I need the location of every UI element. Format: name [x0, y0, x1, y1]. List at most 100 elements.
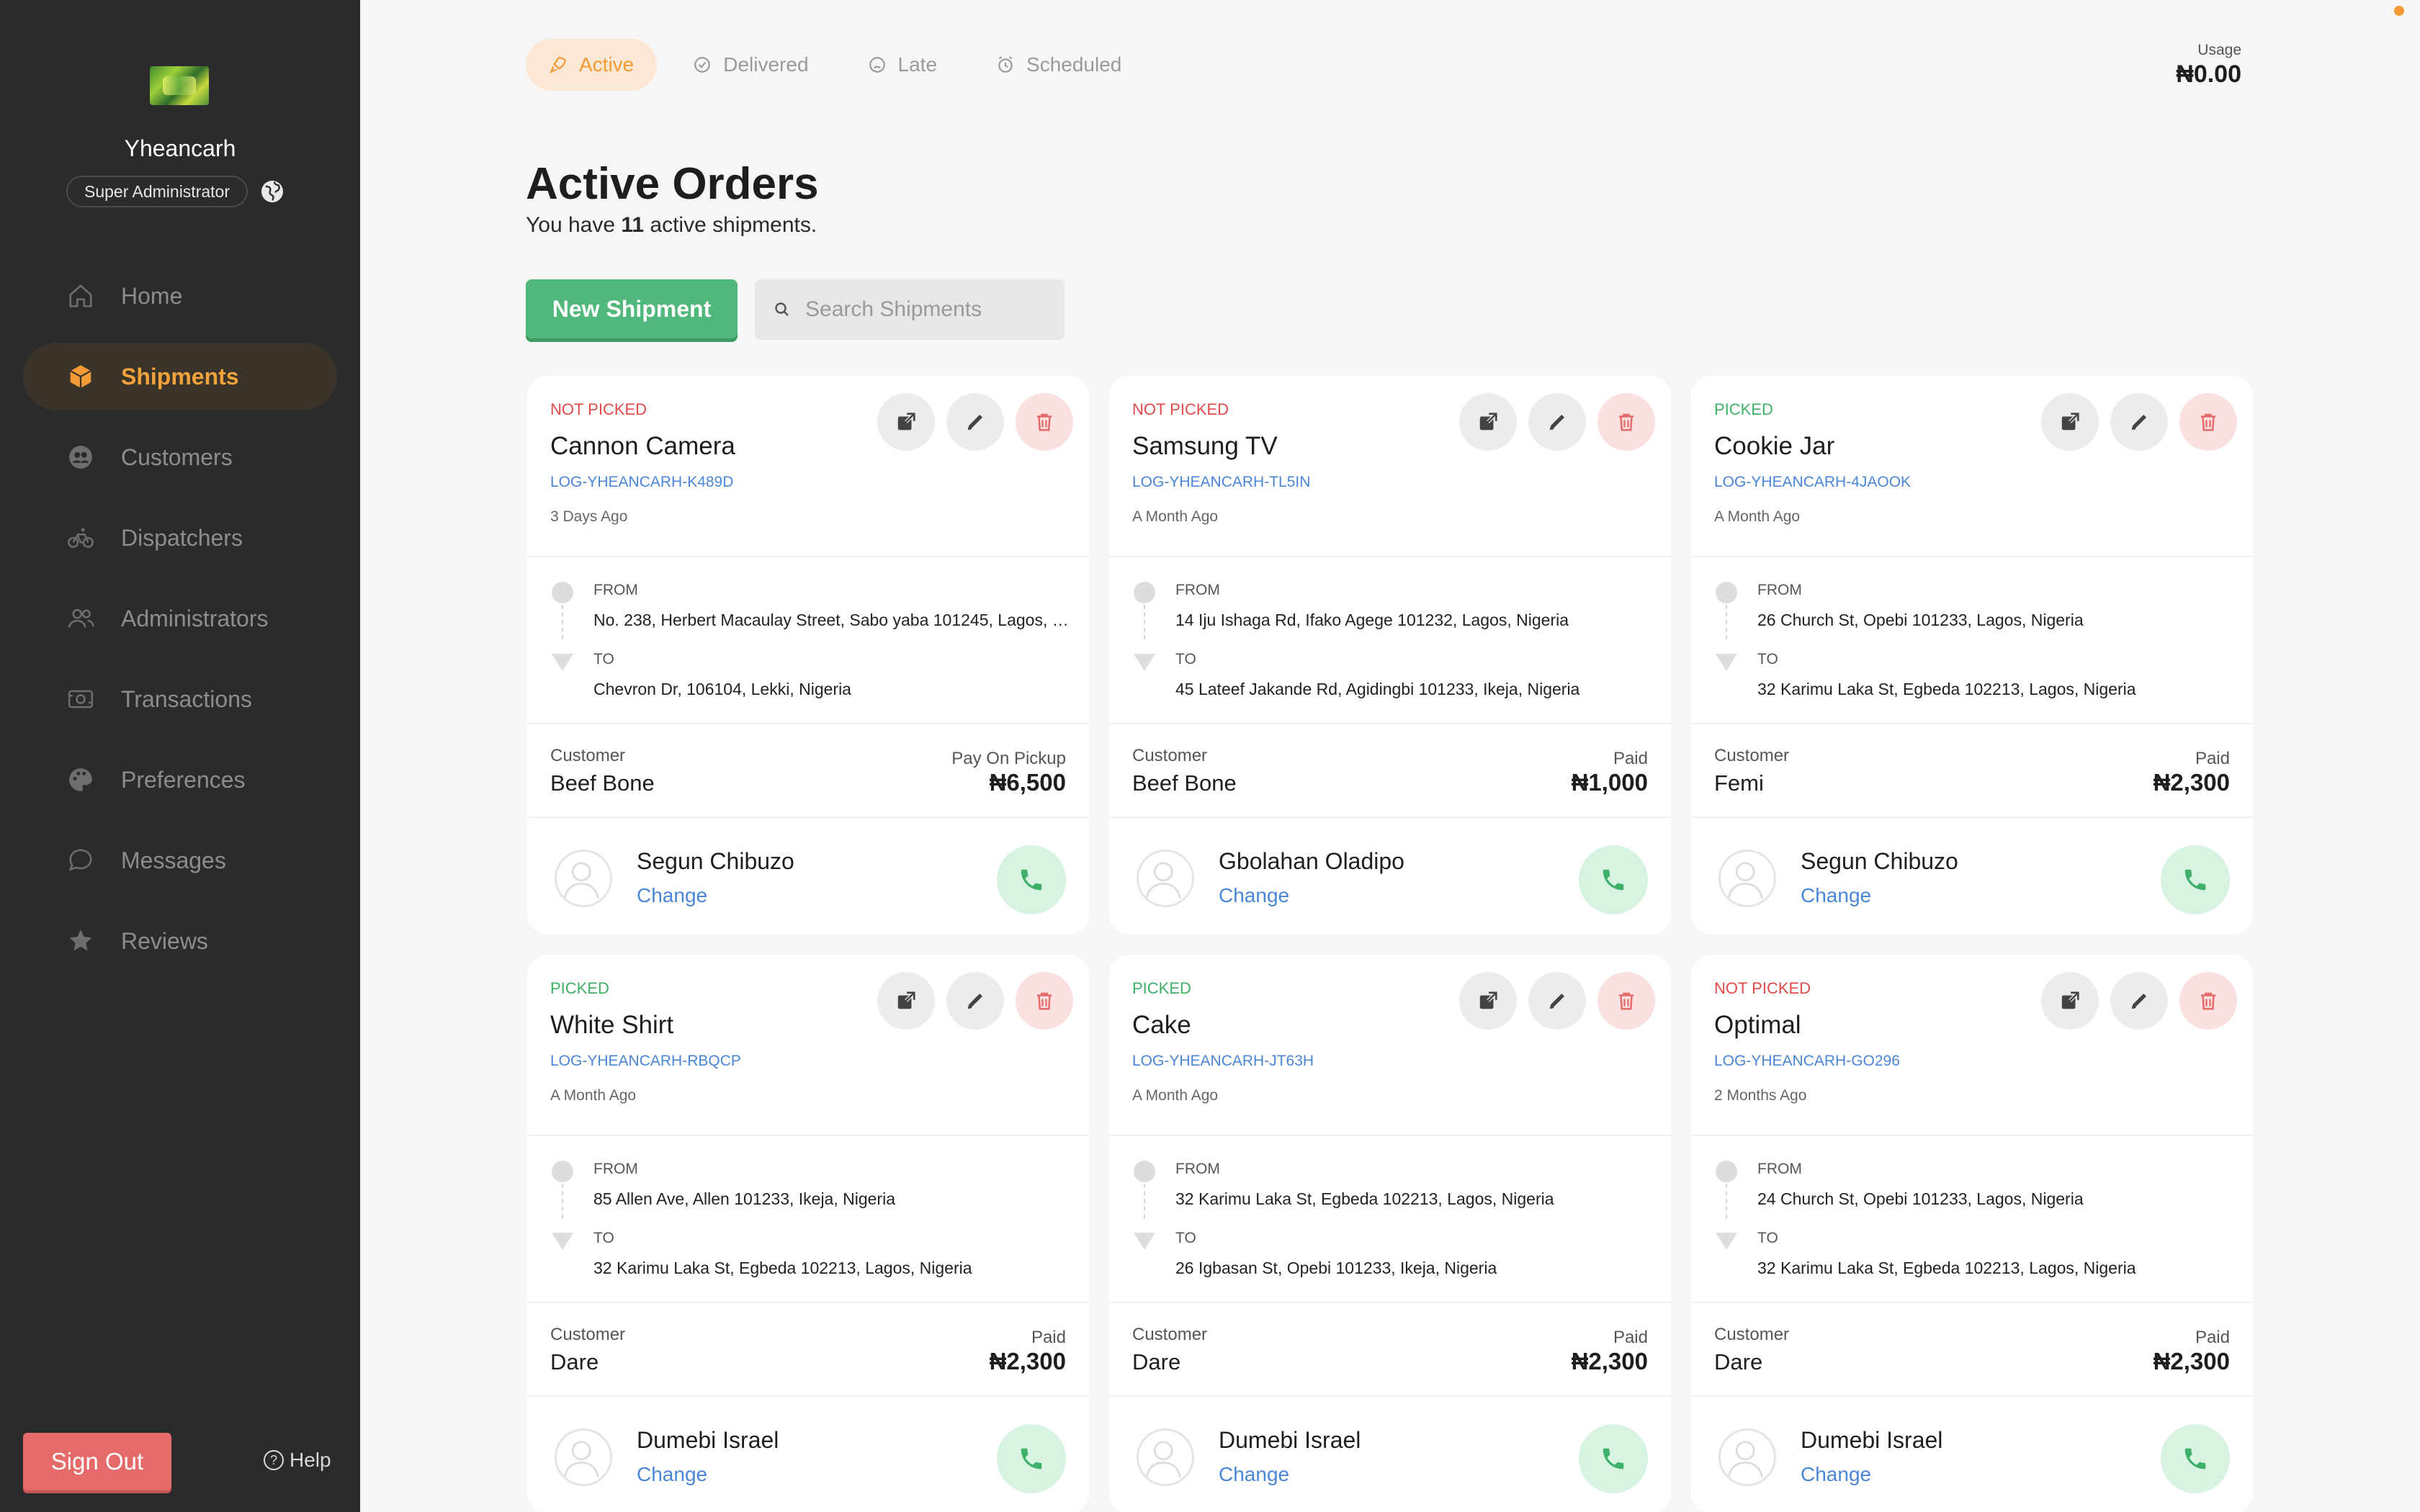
dispatcher-name: Segun Chibuzo — [1801, 848, 1958, 874]
shipment-card[interactable]: NOT PICKED Optimal LOG-YHEANCARH-GO296 2… — [1691, 955, 2253, 1512]
edit-button[interactable] — [1528, 393, 1586, 451]
new-shipment-button[interactable]: New Shipment — [526, 279, 738, 338]
open-external-button[interactable] — [2041, 393, 2099, 451]
sidebar-item-transactions[interactable]: Transactions — [23, 665, 337, 733]
trash-icon — [1619, 413, 1634, 431]
to-label: TO — [593, 651, 614, 667]
edit-button[interactable] — [2110, 393, 2168, 451]
call-button[interactable] — [1579, 845, 1648, 914]
from-label: FROM — [1757, 582, 1802, 598]
phone-icon — [1603, 1448, 1624, 1470]
change-dispatcher-link[interactable]: Change — [1801, 884, 1871, 907]
avatar — [555, 850, 612, 907]
sidebar-item-messages[interactable]: Messages — [23, 827, 337, 894]
customer-label: Customer — [1132, 746, 1208, 765]
call-button[interactable] — [1579, 1424, 1648, 1493]
change-dispatcher-link[interactable]: Change — [1219, 1463, 1289, 1486]
search-input[interactable] — [805, 297, 1065, 322]
edit-button[interactable] — [1528, 972, 1586, 1030]
sidebar-item-shipments[interactable]: Shipments — [23, 343, 337, 410]
from-address: 85 Allen Ave, Allen 101233, Ikeja, Niger… — [593, 1189, 895, 1208]
sidebar-item-preferences[interactable]: Preferences — [23, 746, 337, 814]
change-dispatcher-link[interactable]: Change — [637, 884, 707, 907]
shipment-id-link[interactable]: LOG-YHEANCARH-K489D — [550, 474, 733, 491]
divider — [527, 816, 1089, 818]
tab-delivered[interactable]: Delivered — [670, 39, 831, 91]
call-button[interactable] — [2161, 845, 2230, 914]
sidebar-item-administrators[interactable]: Administrators — [23, 585, 337, 652]
open-external-button[interactable] — [1459, 972, 1517, 1030]
origin-dot — [552, 582, 573, 603]
divider — [1109, 723, 1671, 724]
shipment-card[interactable]: PICKED Cake LOG-YHEANCARH-JT63H A Month … — [1109, 955, 1671, 1512]
customer-label: Customer — [1132, 1325, 1208, 1344]
shipment-card[interactable]: NOT PICKED Samsung TV LOG-YHEANCARH-TL5I… — [1109, 376, 1671, 935]
shipment-id-link[interactable]: LOG-YHEANCARH-JT63H — [1132, 1053, 1314, 1070]
shipment-id-link[interactable]: LOG-YHEANCARH-GO296 — [1714, 1053, 1900, 1070]
tab-late[interactable]: Late — [845, 39, 961, 91]
phone-icon — [1603, 869, 1624, 891]
edit-button[interactable] — [2110, 972, 2168, 1030]
open-external-icon — [897, 991, 916, 1009]
sign-out-button[interactable]: Sign Out — [23, 1433, 171, 1490]
sidebar: Yheancarh Super Administrator Home Shipm… — [0, 0, 360, 1512]
card-actions — [877, 972, 1073, 1030]
shipment-name: Cookie Jar — [1714, 432, 1835, 460]
call-button[interactable] — [997, 1424, 1066, 1493]
shipment-time: A Month Ago — [1132, 1087, 1219, 1104]
usage-summary: Usage ₦0.00 — [2176, 42, 2241, 89]
delete-button[interactable] — [2179, 972, 2237, 1030]
shipment-name: White Shirt — [550, 1011, 674, 1039]
delete-button[interactable] — [1016, 393, 1073, 451]
delete-button[interactable] — [1597, 393, 1655, 451]
open-external-button[interactable] — [2041, 972, 2099, 1030]
trash-icon — [1619, 992, 1634, 1010]
shipment-id-link[interactable]: LOG-YHEANCARH-TL5IN — [1132, 474, 1310, 491]
call-button[interactable] — [2161, 1424, 2230, 1493]
delete-button[interactable] — [2179, 393, 2237, 451]
customer-name: Femi — [1714, 770, 1764, 796]
frown-icon — [869, 57, 885, 73]
shipment-id-link[interactable]: LOG-YHEANCARH-RBQCP — [550, 1053, 741, 1070]
sidebar-item-dispatchers[interactable]: Dispatchers — [23, 504, 337, 572]
help-link[interactable]: ? Help — [264, 1449, 331, 1472]
to-label: TO — [1757, 651, 1778, 667]
edit-button[interactable] — [946, 972, 1004, 1030]
call-button[interactable] — [997, 845, 1066, 914]
globe-icon[interactable] — [259, 179, 285, 204]
sidebar-nav: Home Shipments Customers Dispatchers Adm… — [23, 262, 337, 988]
sidebar-item-reviews[interactable]: Reviews — [23, 907, 337, 975]
shipment-card[interactable]: PICKED Cookie Jar LOG-YHEANCARH-4JAOOK A… — [1691, 376, 2253, 935]
money-icon — [66, 685, 95, 714]
open-external-button[interactable] — [877, 972, 935, 1030]
change-dispatcher-link[interactable]: Change — [1801, 1463, 1871, 1486]
to-address: 32 Karimu Laka St, Egbeda 102213, Lagos,… — [1757, 1259, 2136, 1277]
change-dispatcher-link[interactable]: Change — [1219, 884, 1289, 907]
payment-amount: ₦6,500 — [989, 769, 1066, 796]
shipment-card[interactable]: NOT PICKED Cannon Camera LOG-YHEANCARH-K… — [527, 376, 1089, 935]
from-address: 24 Church St, Opebi 101233, Lagos, Niger… — [1757, 1189, 2084, 1208]
dispatcher-name: Dumebi Israel — [637, 1427, 779, 1453]
delete-button[interactable] — [1016, 972, 1073, 1030]
open-external-button[interactable] — [1459, 393, 1517, 451]
tab-active[interactable]: Active — [526, 39, 658, 91]
change-dispatcher-link[interactable]: Change — [637, 1463, 707, 1486]
shipment-id-link[interactable]: LOG-YHEANCARH-4JAOOK — [1714, 474, 1911, 491]
page-title: Active Orders — [526, 159, 819, 209]
sidebar-item-customers[interactable]: Customers — [23, 423, 337, 491]
shipment-card[interactable]: PICKED White Shirt LOG-YHEANCARH-RBQCP A… — [527, 955, 1089, 1512]
sidebar-item-home[interactable]: Home — [23, 262, 337, 330]
destination-arrow-icon — [1716, 654, 1737, 671]
tab-scheduled[interactable]: Scheduled — [973, 39, 1144, 91]
sidebar-item-label: Transactions — [121, 685, 252, 712]
open-external-button[interactable] — [877, 393, 935, 451]
customers-icon — [66, 443, 95, 472]
customer-name: Dare — [550, 1349, 599, 1374]
bicycle-icon — [66, 523, 95, 552]
payment-amount: ₦2,300 — [2153, 1348, 2230, 1374]
delete-button[interactable] — [1597, 972, 1655, 1030]
payment-status: Paid — [2195, 749, 2230, 768]
edit-button[interactable] — [946, 393, 1004, 451]
role-badge: Super Administrator — [66, 176, 248, 207]
sidebar-item-label: Dispatchers — [121, 524, 243, 551]
